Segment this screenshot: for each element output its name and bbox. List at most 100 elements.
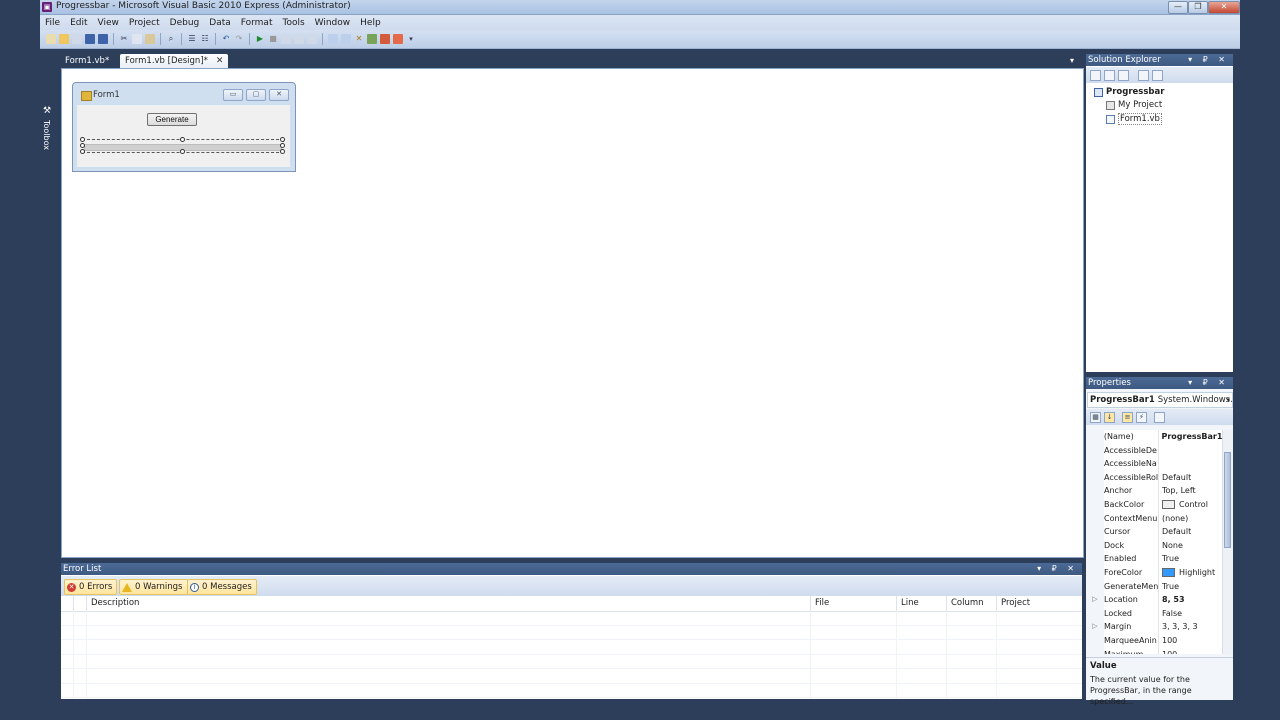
show-all-files-icon[interactable] [1104, 69, 1115, 81]
column-header-description[interactable]: Description [86, 596, 810, 611]
resize-handle[interactable] [80, 137, 85, 142]
property-row[interactable]: AccessibleNa [1086, 457, 1222, 471]
expand-icon[interactable]: ▷ [1086, 620, 1104, 634]
menu-view[interactable]: View [93, 18, 124, 28]
start-page-icon[interactable] [393, 34, 403, 44]
property-row[interactable]: ForeColor Highlight [1086, 565, 1222, 580]
properties-view-icon[interactable]: ≡ [1122, 411, 1133, 423]
property-value[interactable]: Control [1159, 498, 1208, 512]
property-value[interactable] [1159, 457, 1162, 471]
properties-icon[interactable] [1090, 69, 1101, 81]
property-value[interactable]: 8, 53 [1159, 593, 1185, 607]
property-row[interactable]: Enabled True [1086, 552, 1222, 566]
find-icon[interactable]: ⌕ [166, 34, 176, 44]
property-value[interactable]: True [1159, 552, 1179, 566]
paste-icon[interactable] [145, 34, 155, 44]
property-row[interactable]: AccessibleRol Default [1086, 470, 1222, 485]
copy-icon[interactable] [132, 34, 142, 44]
uncomment-icon[interactable]: ☷ [200, 34, 210, 44]
object-browser-icon[interactable] [367, 34, 377, 44]
property-row[interactable]: Anchor Top, Left [1086, 484, 1222, 498]
tree-item-my-project[interactable]: My Project [1106, 100, 1162, 110]
step-over-icon[interactable] [294, 34, 304, 44]
cut-icon[interactable]: ✂ [119, 34, 129, 44]
property-value[interactable]: 3, 3, 3, 3 [1159, 620, 1198, 634]
toolbox-icon[interactable]: ✕ [354, 34, 364, 44]
menu-project[interactable]: Project [124, 18, 165, 28]
add-item-icon[interactable] [72, 34, 82, 44]
panel-window-buttons[interactable]: ▾ ₽ ✕ [1188, 54, 1229, 66]
property-value[interactable]: 100 [1159, 648, 1177, 655]
categorized-icon[interactable]: ▦ [1090, 411, 1101, 423]
menu-format[interactable]: Format [236, 18, 278, 28]
minimize-button[interactable]: — [1168, 1, 1188, 14]
property-value[interactable]: (none) [1159, 512, 1188, 526]
column-header-project[interactable]: Project [996, 596, 1082, 611]
resize-handle[interactable] [80, 143, 85, 148]
property-row[interactable]: GenerateMen True [1086, 579, 1222, 594]
column-header-file[interactable]: File [810, 596, 896, 611]
property-row[interactable]: MarqueeAnin 100 [1086, 633, 1222, 648]
start-debugging-icon[interactable]: ▶ [255, 34, 265, 44]
refresh-icon[interactable] [1118, 69, 1129, 81]
property-value[interactable]: 100 [1159, 634, 1177, 648]
resize-handle[interactable] [80, 149, 85, 154]
column-header-line[interactable]: Line [896, 596, 946, 611]
menu-help[interactable]: Help [355, 18, 386, 28]
close-icon[interactable]: ✕ [216, 56, 224, 66]
close-button[interactable]: ✕ [1208, 1, 1240, 14]
form-designer-surface[interactable]: Form1 ▭ ▢ ✕ Generate [61, 68, 1084, 558]
property-row[interactable]: (Name) ProgressBar1 [1086, 430, 1222, 444]
scrollbar-thumb[interactable] [1224, 452, 1231, 548]
database-explorer-icon[interactable] [380, 34, 390, 44]
panel-window-buttons[interactable]: ▾ ₽ ✕ [1037, 563, 1078, 575]
resize-handle[interactable] [180, 137, 185, 142]
form1-window[interactable]: Form1 ▭ ▢ ✕ Generate [72, 82, 296, 172]
toolbox-tab[interactable]: ⚒ Toolbox [40, 50, 56, 720]
menu-edit[interactable]: Edit [65, 18, 92, 28]
property-row[interactable]: Locked False [1086, 606, 1222, 621]
view-code-icon[interactable] [1138, 69, 1149, 81]
stop-debugging-icon[interactable]: ■ [268, 34, 278, 44]
expand-icon[interactable]: ▷ [1086, 593, 1104, 607]
form1-client-area[interactable]: Generate [77, 105, 290, 167]
property-pages-icon[interactable] [1154, 411, 1165, 423]
property-row[interactable]: AccessibleDe [1086, 443, 1222, 458]
property-value[interactable]: Top, Left [1159, 484, 1196, 498]
menu-tools[interactable]: Tools [277, 18, 309, 28]
progressbar1-control[interactable] [80, 137, 285, 154]
open-file-icon[interactable] [59, 34, 69, 44]
object-selector-dropdown[interactable]: ProgressBar1System.Windows.Fc ▾ [1087, 392, 1233, 408]
tab-form1-code[interactable]: Form1.vb* [60, 54, 114, 68]
tab-form1-design[interactable]: Form1.vb [Design]* ✕ [120, 54, 229, 68]
property-row[interactable]: Dock None [1086, 538, 1222, 553]
property-value[interactable] [1159, 444, 1162, 458]
save-icon[interactable] [85, 34, 95, 44]
active-files-dropdown-icon[interactable]: ▾ [1070, 56, 1074, 65]
redo-icon[interactable]: ↷ [234, 34, 244, 44]
menu-debug[interactable]: Debug [165, 18, 205, 28]
solution-explorer-icon[interactable] [328, 34, 338, 44]
menu-window[interactable]: Window [310, 18, 356, 28]
generate-button[interactable]: Generate [147, 113, 197, 126]
alphabetical-icon[interactable]: ↓ [1104, 411, 1115, 423]
toolbar-options-icon[interactable]: ▾ [406, 34, 416, 44]
property-row[interactable]: BackColor Control [1086, 497, 1222, 512]
undo-icon[interactable]: ↶ [221, 34, 231, 44]
resize-handle[interactable] [180, 149, 185, 154]
new-project-icon[interactable] [46, 34, 56, 44]
column-header-column[interactable]: Column [946, 596, 996, 611]
resize-handle[interactable] [280, 137, 285, 142]
property-value[interactable]: Default [1159, 525, 1191, 539]
save-all-icon[interactable] [98, 34, 108, 44]
messages-filter-button[interactable]: i0 Messages [187, 579, 257, 595]
property-grid-scrollbar[interactable] [1222, 430, 1233, 654]
property-value[interactable]: ProgressBar1 [1159, 430, 1223, 444]
panel-window-buttons[interactable]: ▾ ₽ ✕ [1188, 377, 1229, 389]
property-value[interactable]: False [1159, 607, 1182, 621]
property-row[interactable]: Cursor Default [1086, 525, 1222, 539]
restore-button[interactable]: ❐ [1188, 1, 1208, 14]
property-value[interactable]: None [1159, 539, 1183, 553]
step-into-icon[interactable] [281, 34, 291, 44]
property-row[interactable]: ▷ Margin 3, 3, 3, 3 [1086, 620, 1222, 634]
